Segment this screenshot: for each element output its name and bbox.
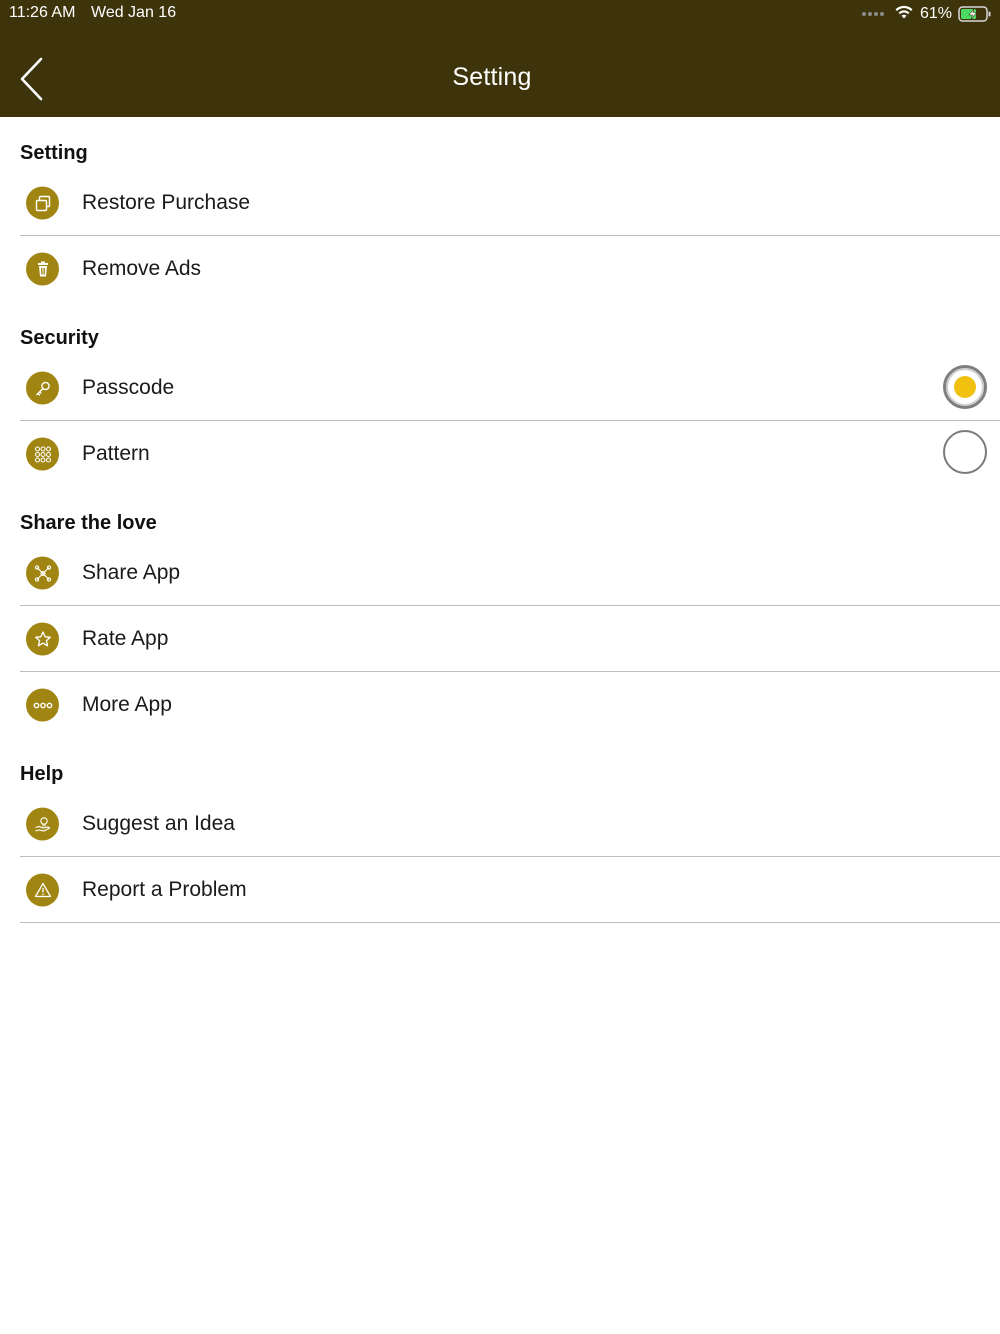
report-problem-label: Report a Problem <box>82 878 247 901</box>
navigation-header: 11:26 AM Wed Jan 16 61% Setting <box>0 0 1000 117</box>
pattern-grid-icon <box>26 437 59 471</box>
section-header-help: Help <box>20 763 64 785</box>
status-date: Wed Jan 16 <box>91 4 177 21</box>
status-time: 11:26 AM <box>9 4 76 21</box>
share-icon <box>26 556 59 590</box>
wifi-icon <box>894 4 914 25</box>
remove-ads-label: Remove Ads <box>82 257 202 280</box>
rate-app-label: Rate App <box>82 627 169 650</box>
share-app-label: Share App <box>82 561 181 584</box>
more-app-label: More App <box>82 693 172 716</box>
warning-icon <box>26 873 59 907</box>
report-problem-row[interactable]: Report a Problem <box>20 857 1000 923</box>
pattern-radio[interactable] <box>943 430 987 474</box>
status-indicators: 61% <box>861 3 992 25</box>
trash-icon <box>26 252 59 286</box>
suggest-idea-row[interactable]: Suggest an Idea <box>20 791 1000 857</box>
remove-ads-row[interactable]: Remove Ads <box>20 236 1000 302</box>
section-header-share: Share the love <box>20 512 157 534</box>
divider <box>20 922 1000 923</box>
rate-app-row[interactable]: Rate App <box>20 606 1000 672</box>
battery-charging-icon <box>958 6 992 22</box>
passcode-radio[interactable] <box>943 365 987 409</box>
restore-icon <box>26 186 59 220</box>
suggest-idea-label: Suggest an Idea <box>82 812 235 835</box>
battery-percent: 61% <box>919 5 952 22</box>
lightbulb-hand-icon <box>26 807 59 841</box>
restore-purchase-row[interactable]: Restore Purchase <box>20 170 1000 236</box>
section-header-setting: Setting <box>20 142 88 164</box>
passcode-row[interactable]: Passcode <box>20 355 1000 421</box>
passcode-label: Passcode <box>82 376 175 399</box>
page-title: Setting <box>452 63 532 91</box>
key-icon <box>26 371 59 405</box>
star-icon <box>26 622 59 656</box>
more-dots-icon <box>26 688 59 722</box>
radio-selected-dot <box>954 376 976 398</box>
more-app-row[interactable]: More App <box>20 672 1000 738</box>
cellular-signal-icon <box>861 12 884 16</box>
pattern-row[interactable]: Pattern <box>20 421 1000 487</box>
share-app-row[interactable]: Share App <box>20 540 1000 606</box>
restore-purchase-label: Restore Purchase <box>82 191 251 214</box>
pattern-label: Pattern <box>82 442 150 465</box>
section-header-security: Security <box>20 327 99 349</box>
